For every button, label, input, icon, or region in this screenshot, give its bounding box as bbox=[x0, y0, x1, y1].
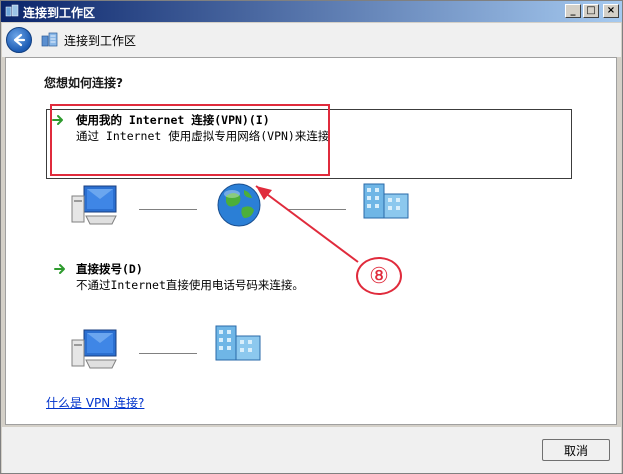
question-heading: 您想如何连接? bbox=[44, 76, 123, 90]
content-panel: 您想如何连接? 使用我的 Internet 连接(VPN)(I) 通过 Inte… bbox=[5, 57, 617, 425]
annotation-highlight-box bbox=[50, 104, 330, 176]
computer-icon bbox=[70, 328, 118, 372]
connect-workplace-window: 连接到工作区 _ □ × 连接到工作区 您想如何连接? 使用我的 Interne… bbox=[0, 0, 623, 474]
connection-line bbox=[139, 353, 197, 354]
title-bar[interactable]: 连接到工作区 _ □ × bbox=[1, 1, 622, 22]
back-button[interactable] bbox=[6, 27, 32, 53]
green-arrow-icon bbox=[54, 263, 66, 275]
connection-line bbox=[139, 209, 197, 210]
footer-bar: 取消 bbox=[2, 427, 621, 473]
computer-icon bbox=[70, 184, 118, 228]
window-title: 连接到工作区 bbox=[23, 6, 96, 20]
close-button[interactable]: × bbox=[603, 4, 619, 18]
window-controls: _ □ × bbox=[565, 4, 619, 18]
dial-option-description: 不通过Internet直接使用电话号码来连接。 bbox=[76, 278, 304, 292]
maximize-button[interactable]: □ bbox=[583, 4, 599, 18]
dial-option-title[interactable]: 直接拨号(D) bbox=[76, 261, 143, 277]
navigation-bar: 连接到工作区 bbox=[2, 23, 621, 57]
cancel-button[interactable]: 取消 bbox=[542, 439, 610, 461]
workplace-server-icon bbox=[214, 324, 264, 364]
vpn-help-link[interactable]: 什么是 VPN 连接? bbox=[46, 394, 144, 411]
nav-title: 连接到工作区 bbox=[64, 34, 137, 48]
annotation-arrow-icon bbox=[255, 185, 359, 263]
workplace-network-icon bbox=[41, 31, 58, 48]
back-arrow-icon bbox=[13, 33, 26, 47]
network-app-icon bbox=[5, 4, 19, 18]
annotation-step-number: ⑧ bbox=[356, 257, 402, 295]
minimize-button[interactable]: _ bbox=[565, 4, 581, 18]
